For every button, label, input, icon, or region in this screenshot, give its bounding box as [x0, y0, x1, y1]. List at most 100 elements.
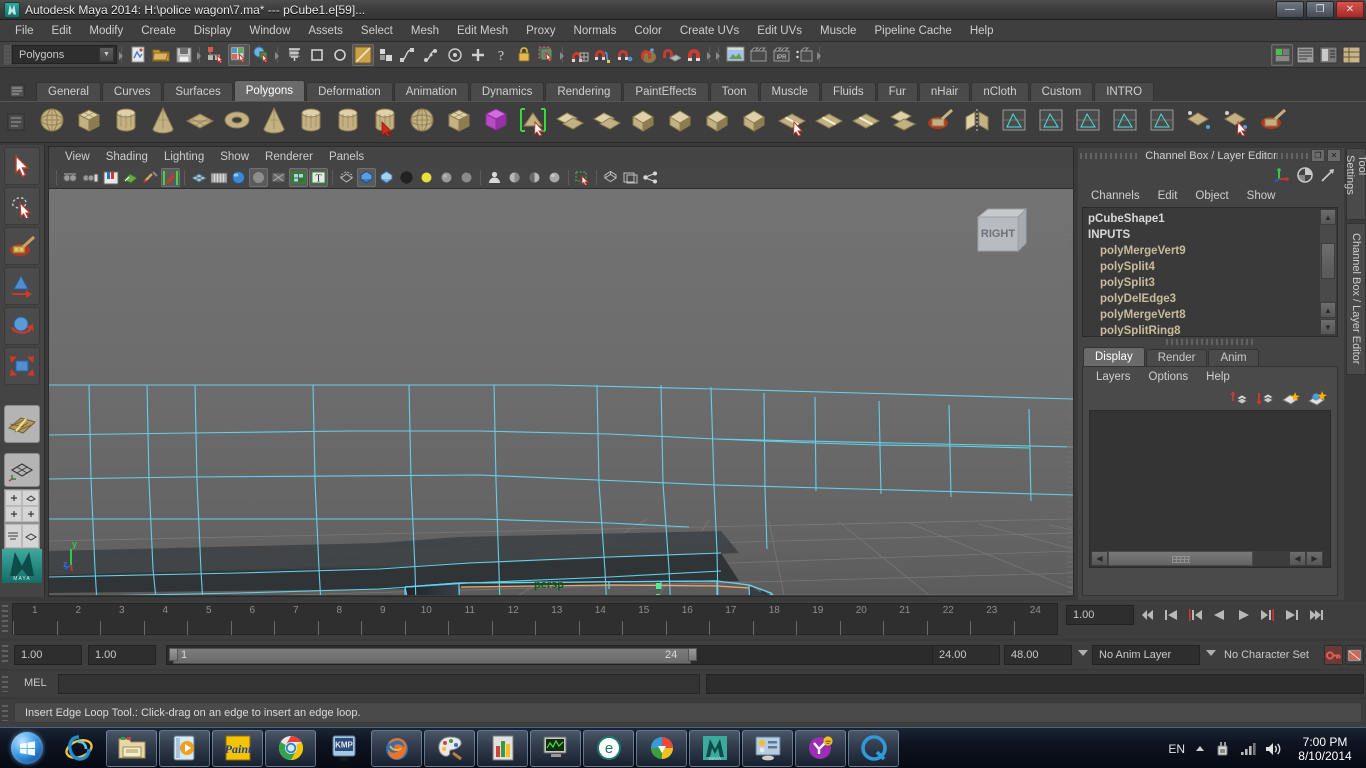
extrude-icon[interactable] — [627, 105, 661, 139]
command-line-output[interactable] — [706, 674, 1364, 694]
volume-icon[interactable] — [1265, 742, 1281, 756]
scroll-up-2-icon[interactable]: ▲ — [1320, 302, 1336, 318]
h scroll-right-icon[interactable]: ▶ — [1306, 551, 1323, 566]
mask-rect-icon[interactable] — [306, 44, 328, 66]
scroll-up-icon[interactable]: ▲ — [1320, 209, 1336, 225]
shelf-tab-ncloth[interactable]: nCloth — [971, 82, 1029, 101]
play-forwards-icon[interactable] — [1233, 605, 1254, 625]
show-hide-modeling-toolkit-icon[interactable] — [1271, 44, 1293, 66]
help-icon[interactable]: ? — [490, 44, 512, 66]
poly-pyramid-icon[interactable] — [257, 105, 291, 139]
grey-sphere-2-icon[interactable] — [457, 168, 476, 187]
snap-to-curve-icon[interactable] — [398, 44, 420, 66]
menu-item-select[interactable]: Select — [352, 23, 402, 39]
viewport-menu-panels[interactable]: Panels — [323, 150, 374, 164]
isolate-select-icon[interactable] — [573, 168, 592, 187]
scrollbar-thumb[interactable] — [1321, 243, 1335, 279]
menu-item-edit-mesh[interactable]: Edit Mesh — [448, 23, 517, 39]
anim-layer-field[interactable]: No Anim Layer — [1092, 645, 1200, 665]
xray-icon[interactable] — [337, 168, 356, 187]
toolbar-separator-5[interactable] — [706, 45, 714, 65]
shelf-tab-rendering[interactable]: Rendering — [545, 82, 623, 101]
shelf-tab-intro[interactable]: INTRO — [1094, 82, 1155, 101]
time-slider-track[interactable]: 1 2 3 4 5 6 7 8 9 10 11 12 13 14 15 16 17 18 19 20 21 22 23 24 — [12, 603, 1058, 635]
layer-list-hscrollbar[interactable]: ◀ ◀ ▶ — [1091, 551, 1323, 566]
menu-item-display[interactable]: Display — [185, 23, 241, 39]
internet-explorer-icon[interactable] — [53, 730, 104, 767]
sculpt-geometry-icon[interactable] — [923, 105, 957, 139]
mozilla-firefox-icon[interactable] — [371, 729, 422, 767]
menu-item-proxy[interactable]: Proxy — [517, 23, 564, 39]
camera-attributes-icon[interactable] — [81, 168, 100, 187]
four-view-icon[interactable] — [4, 489, 40, 523]
channel-box-row[interactable]: polySplitRing8 — [1087, 323, 1337, 336]
poly-cube-icon[interactable] — [72, 105, 106, 139]
animation-start-time-field[interactable]: 1.00 — [14, 645, 82, 665]
film-gate-icon[interactable] — [621, 168, 640, 187]
move-tool-icon[interactable] — [4, 267, 40, 305]
new-scene-icon[interactable] — [127, 44, 149, 66]
select-by-hierarchy-icon[interactable] — [205, 44, 227, 66]
smooth-shade-icon[interactable] — [209, 168, 228, 187]
panel-restore-button[interactable]: ❐ — [1311, 149, 1325, 162]
poly-plane-icon[interactable] — [183, 105, 217, 139]
xray-active-components-icon[interactable] — [377, 168, 396, 187]
snap-to-grid-icon[interactable] — [421, 44, 443, 66]
last-tool-used-icon[interactable] — [4, 405, 40, 443]
tab-tool-settings[interactable]: Tool Settings — [1344, 148, 1366, 220]
poly-cylinder-icon[interactable] — [109, 105, 143, 139]
viewport-menu-view[interactable]: View — [59, 150, 100, 164]
poly-cone-icon[interactable] — [146, 105, 180, 139]
lasso-select-tool-icon[interactable] — [4, 187, 40, 225]
new-layer-from-selected-icon[interactable] — [1308, 390, 1327, 406]
quicktime-icon[interactable] — [848, 729, 899, 767]
attribute-editor-icon[interactable] — [1297, 167, 1313, 183]
poly-prism-icon[interactable] — [331, 105, 365, 139]
viewport-right-grip[interactable] — [1067, 231, 1073, 595]
hardware-texturing-icon[interactable] — [229, 168, 248, 187]
channel-box-row[interactable]: polyMergeVert9 — [1087, 243, 1337, 259]
auto-keyframe-icon[interactable] — [1324, 645, 1343, 665]
tab-channel-box[interactable]: Channel Box / Layer Editor — [1346, 223, 1366, 375]
menu-item-edit-uvs[interactable]: Edit UVs — [748, 23, 811, 39]
viewport-3d-canvas[interactable]: y z RIGHT persp — [49, 189, 1073, 595]
select-camera-icon[interactable] — [61, 168, 80, 187]
menu-item-help[interactable]: Help — [961, 23, 1003, 39]
shelf-tab-painteffects[interactable]: PaintEffects — [623, 82, 709, 101]
layer-list[interactable]: ◀ ◀ ▶ — [1089, 410, 1331, 568]
snap-magnet-point-icon[interactable] — [614, 44, 636, 66]
step-back-key-icon[interactable] — [1185, 605, 1206, 625]
panel-close-button[interactable]: ✕ — [1327, 149, 1341, 162]
outliner-persp-view-icon[interactable] — [4, 523, 40, 549]
channel-box-list[interactable]: pCubeShape1 INPUTS polyMergeVert9 polySplit… — [1082, 207, 1338, 337]
close-button[interactable]: ✕ — [1336, 1, 1364, 18]
select-mask-icon[interactable] — [283, 44, 305, 66]
system-monitor-icon[interactable] — [530, 729, 581, 767]
poly-pipe-icon[interactable] — [294, 105, 328, 139]
hscroll-thumb[interactable] — [1108, 551, 1253, 566]
snap-magnet-curve-icon[interactable] — [591, 44, 613, 66]
shelf-tab-dynamics[interactable]: Dynamics — [469, 82, 545, 101]
scale-tool-icon[interactable] — [4, 347, 40, 385]
open-scene-icon[interactable] — [150, 44, 172, 66]
uv-spherical-icon[interactable] — [1071, 105, 1105, 139]
snap-magnet-plane-icon[interactable] — [660, 44, 682, 66]
make-live-icon[interactable] — [536, 44, 558, 66]
menu-item-edit[interactable]: Edit — [43, 23, 81, 39]
channel-box-menu-show[interactable]: Show — [1238, 189, 1285, 203]
character-set-field[interactable]: No Character Set — [1218, 645, 1324, 665]
google-chrome-icon[interactable] — [265, 729, 316, 767]
shelf-tab-muscle[interactable]: Muscle — [759, 82, 820, 101]
shelf-tab-surfaces[interactable]: Surfaces — [163, 82, 233, 101]
poly-sphere-icon[interactable] — [35, 105, 69, 139]
grease-pencil-icon[interactable] — [161, 168, 180, 187]
separate-icon[interactable] — [590, 105, 624, 139]
panel-grip-right[interactable] — [1266, 153, 1316, 159]
statusline-gripper[interactable] — [4, 44, 11, 65]
poly-interactive-icon[interactable] — [479, 105, 513, 139]
paint-net-icon[interactable]: Paint — [212, 729, 263, 767]
range-bar-inner[interactable] — [173, 648, 691, 664]
checker-texture-icon[interactable] — [397, 168, 416, 187]
menu-item-muscle[interactable]: Muscle — [811, 23, 865, 39]
hscroll-track[interactable] — [1108, 551, 1289, 566]
